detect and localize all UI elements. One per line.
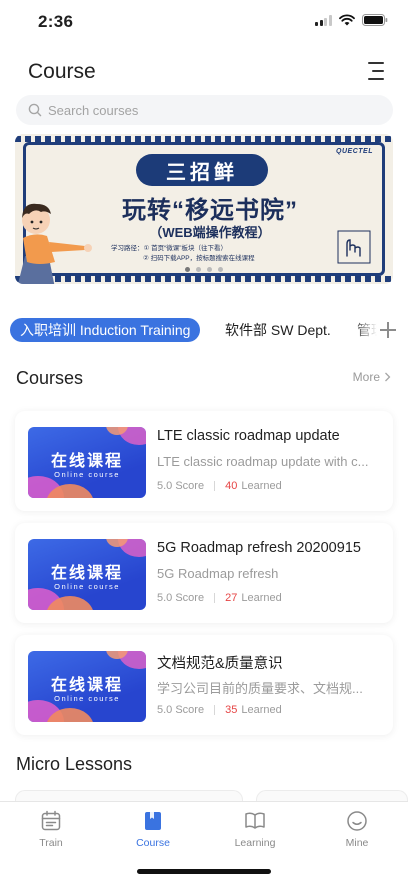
banner-note-line: 学习路径：① 首页“微课”板块（往下看） (111, 245, 227, 252)
tab-induction-training[interactable]: 入职培训 Induction Training (10, 318, 201, 342)
plus-icon[interactable] (380, 322, 396, 338)
learned-label: Learned (241, 480, 282, 492)
qr-code-illustration (337, 230, 371, 264)
thumbnail-subtitle: Online course (54, 582, 120, 591)
tab-bar-label: Train (39, 837, 63, 849)
learned-count: 40 (225, 480, 238, 492)
course-description: 学习公司目前的质量要求、文档规... (157, 681, 363, 696)
search-bar[interactable] (16, 95, 393, 125)
promo-banner[interactable]: 三招鲜 QUECTEL 玩转“移远书院” （WEB端操作教程） 学习路径：① 首… (15, 134, 393, 284)
smile-icon (347, 811, 367, 831)
thumbnail-title: 在线课程 (50, 677, 123, 694)
banner-note: 学习路径：① 首页“微课”板块（往下看） ② 扫码下载APP，按标题搜索在线课程 (111, 244, 255, 264)
learned-count: 27 (225, 592, 238, 604)
tab-bar-course[interactable]: Course (113, 810, 193, 849)
category-tabs: 入职培训 Induction Training 软件部 SW Dept. 管理 (0, 316, 408, 344)
carousel-indicator[interactable] (15, 267, 393, 272)
course-description: LTE classic roadmap update with c... (157, 454, 369, 469)
status-bar: 2:36 (0, 0, 408, 44)
tab-bar-label: Course (136, 837, 170, 849)
book-icon (145, 812, 161, 830)
banner-brand-logo: QUECTEL (336, 148, 373, 155)
course-thumbnail: 在线课程 Online course (28, 539, 146, 610)
meta-divider (214, 481, 216, 491)
signal-icon (315, 14, 332, 26)
learned-label: Learned (241, 592, 282, 604)
course-meta: 5.0 Score 35 Learned (157, 704, 282, 716)
thumbnail-title: 在线课程 (50, 565, 123, 582)
search-input[interactable] (48, 102, 348, 118)
menu-icon[interactable] (366, 60, 386, 82)
more-link[interactable]: More (353, 370, 391, 384)
status-icons (315, 14, 388, 26)
course-description: 5G Roadmap refresh (157, 566, 279, 581)
thumbnail-subtitle: Online course (54, 470, 120, 479)
courses-section-title: Courses (16, 368, 84, 388)
page-title: Course (28, 60, 96, 83)
thumbnail-title: 在线课程 (50, 453, 123, 470)
meta-divider (214, 593, 216, 603)
banner-tag: 三招鲜 (136, 154, 268, 186)
thumbnail-subtitle: Online course (54, 694, 120, 703)
course-card[interactable]: 在线课程 Online course 5G Roadmap refresh 20… (15, 523, 393, 623)
course-score: 5.0 Score (157, 704, 205, 716)
tab-bar-label: Learning (234, 837, 276, 849)
micro-lessons-section-title: Micro Lessons (16, 754, 133, 774)
course-card[interactable]: 在线课程 Online course 文档规范&质量意识 学习公司目前的质量要求… (15, 635, 393, 735)
status-time: 2:36 (38, 12, 74, 31)
calendar-icon (41, 810, 61, 831)
tab-bar-learning[interactable]: Learning (215, 810, 295, 849)
tab-bar-train[interactable]: Train (11, 810, 91, 849)
course-meta: 5.0 Score 40 Learned (157, 480, 282, 492)
search-icon (28, 103, 42, 117)
learned-label: Learned (241, 704, 282, 716)
course-card[interactable]: 在线课程 Online course LTE classic roadmap u… (15, 411, 393, 511)
chevron-right-icon (385, 372, 391, 382)
tab-sw-dept[interactable]: 软件部 SW Dept. (225, 318, 331, 342)
course-score: 5.0 Score (157, 480, 205, 492)
course-name: 5G Roadmap refresh 20200915 (157, 540, 361, 556)
open-book-icon (245, 812, 265, 829)
course-name: 文档规范&质量意识 (157, 656, 283, 672)
course-thumbnail: 在线课程 Online course (28, 427, 146, 498)
learned-count: 35 (225, 704, 238, 716)
course-thumbnail: 在线课程 Online course (28, 651, 146, 722)
course-score: 5.0 Score (157, 592, 205, 604)
header: Course (0, 52, 408, 92)
more-label: More (352, 370, 380, 384)
banner-note-line: ② 扫码下载APP，按标题搜索在线课程 (143, 255, 255, 263)
course-name: LTE classic roadmap update (157, 428, 340, 444)
wifi-icon (339, 14, 355, 26)
home-indicator (137, 869, 271, 874)
battery-icon (362, 14, 388, 26)
tab-bar-mine[interactable]: Mine (317, 810, 397, 849)
tab-bar-label: Mine (345, 837, 369, 849)
meta-divider (214, 705, 216, 715)
course-meta: 5.0 Score 27 Learned (157, 592, 282, 604)
